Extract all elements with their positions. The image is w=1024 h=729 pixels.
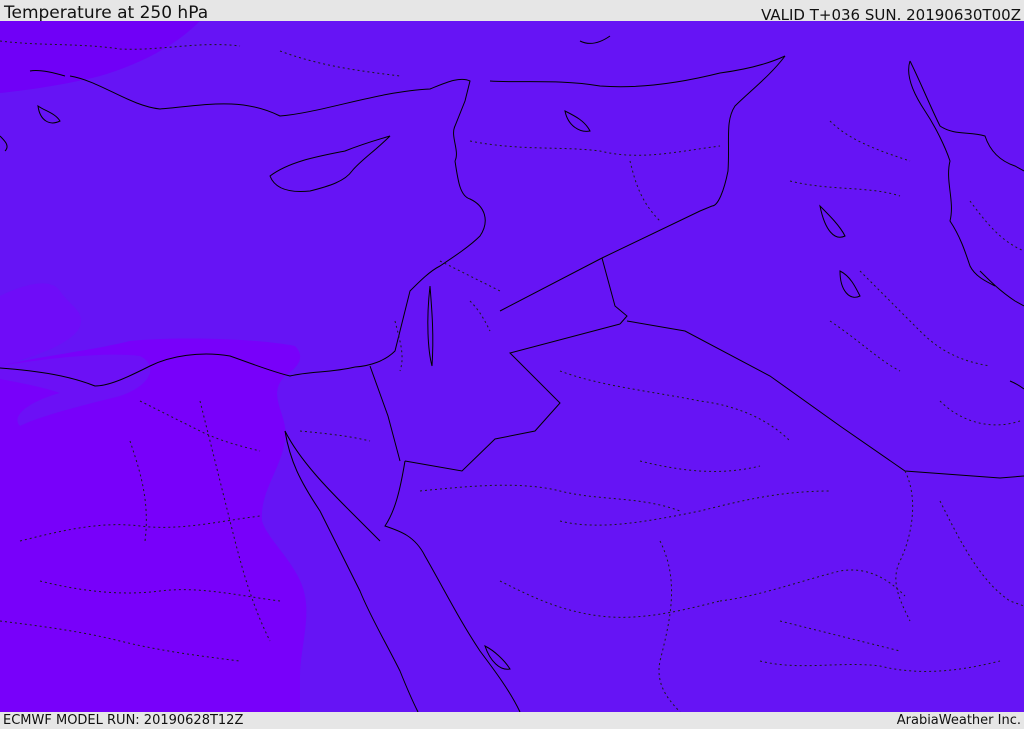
- footer-bar: ECMWF MODEL RUN: 20190628T12Z ArabiaWeat…: [0, 712, 1024, 729]
- map-panel[interactable]: [0, 21, 1024, 712]
- credit-label: ArabiaWeather Inc.: [896, 713, 1021, 728]
- header-bar: Temperature at 250 hPa VALID T+036 SUN. …: [0, 0, 1024, 24]
- map-title: Temperature at 250 hPa: [4, 3, 209, 23]
- temperature-map: [0, 21, 1024, 712]
- temperature-field-cold-sw: [0, 338, 307, 712]
- model-run-label: ECMWF MODEL RUN: 20190628T12Z: [3, 713, 244, 728]
